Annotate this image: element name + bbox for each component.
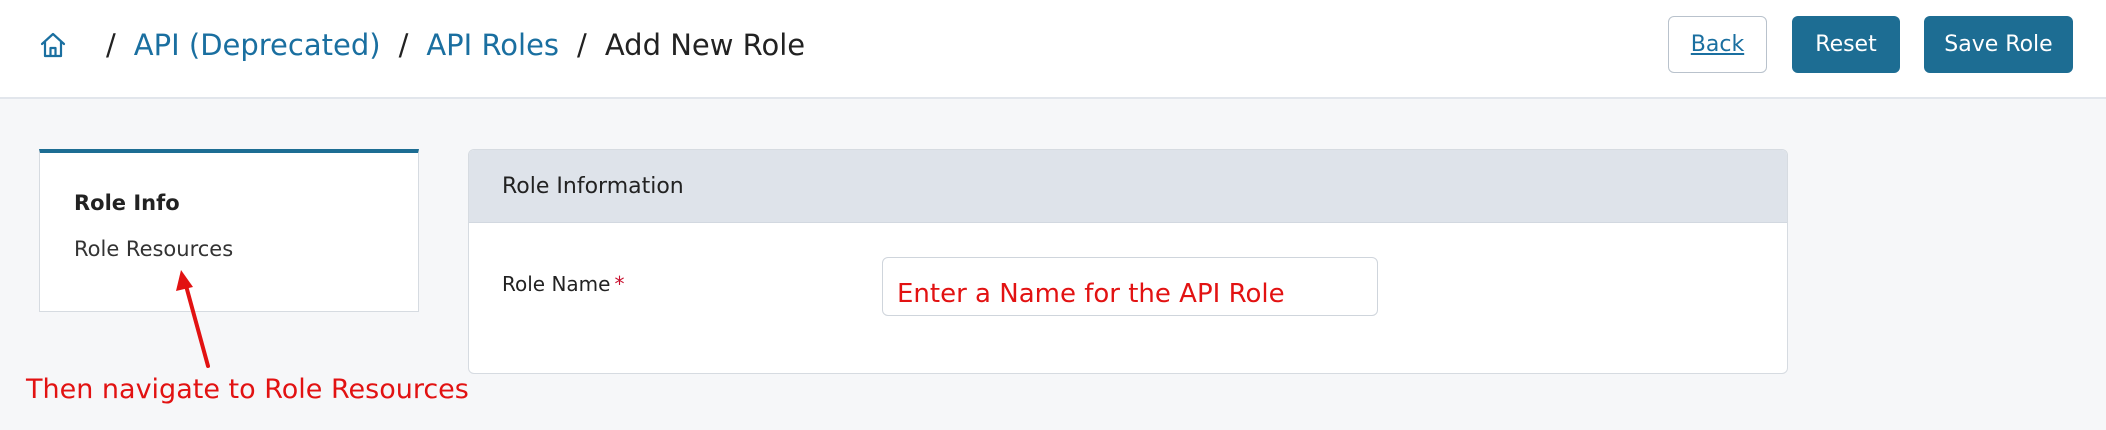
role-name-input[interactable] — [882, 257, 1378, 316]
side-nav: Role Info Role Resources — [39, 149, 419, 312]
role-information-panel: Role Information Role Name * — [468, 149, 1788, 374]
page-title: Add New Role — [604, 28, 806, 62]
top-header: / API (Deprecated) / API Roles / Add New… — [0, 0, 2106, 99]
save-role-button[interactable]: Save Role — [1924, 16, 2073, 73]
annotation-text: Then navigate to Role Resources — [26, 374, 469, 405]
required-marker: * — [614, 272, 625, 296]
panel-title: Role Information — [469, 150, 1787, 223]
breadcrumb-separator: / — [398, 28, 409, 62]
breadcrumb: / API (Deprecated) / API Roles / Add New… — [38, 22, 805, 68]
breadcrumb-link-api-deprecated[interactable]: API (Deprecated) — [134, 28, 381, 62]
back-button[interactable]: Back — [1668, 16, 1767, 73]
role-name-label-text: Role Name — [502, 272, 611, 296]
reset-button[interactable]: Reset — [1792, 16, 1900, 73]
side-nav-item-role-resources[interactable]: Role Resources — [74, 237, 233, 261]
role-name-label: Role Name * — [502, 272, 624, 296]
breadcrumb-separator: / — [106, 28, 116, 62]
side-nav-item-role-info[interactable]: Role Info — [74, 191, 180, 215]
breadcrumb-link-api-roles[interactable]: API Roles — [426, 28, 559, 62]
breadcrumb-separator: / — [577, 28, 587, 62]
home-icon[interactable] — [38, 30, 68, 60]
